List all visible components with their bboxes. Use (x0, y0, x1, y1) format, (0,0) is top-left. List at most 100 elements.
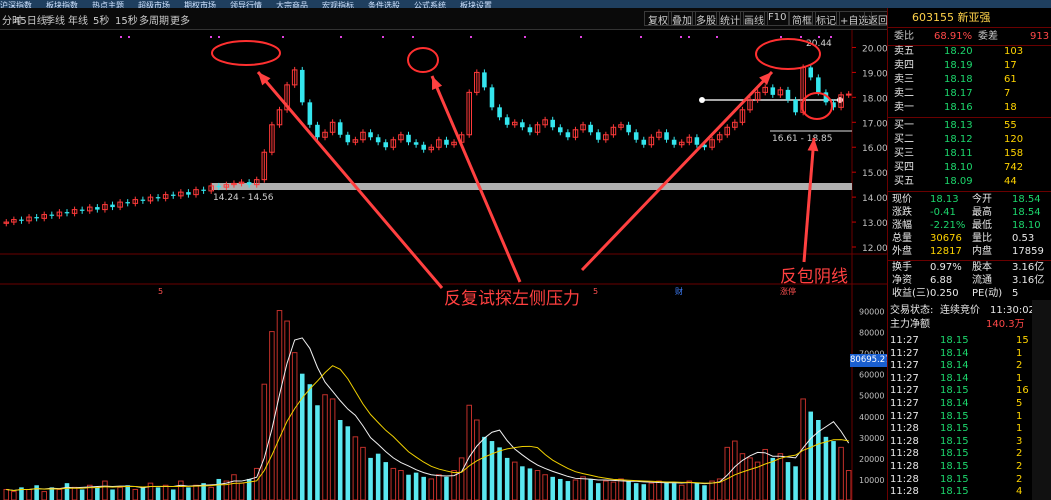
candle-body (588, 124, 593, 133)
side-tool-strip (1032, 300, 1051, 500)
highlight-ellipse (801, 92, 833, 120)
tab-season[interactable]: 季线 (45, 12, 65, 27)
volume-bar (572, 479, 579, 500)
volume-bar (322, 394, 328, 500)
volume-tick-label: 40000 (859, 413, 884, 422)
menu-item[interactable]: 热点主题 (92, 1, 124, 8)
volume-bar (678, 484, 685, 500)
kline-chart[interactable]: 20.00 19.00 18.00 17.00 16.00 15.00 14.00 13.00… (0, 30, 887, 500)
quote-label: 流通 (972, 275, 992, 286)
weibi-label: 委比 (894, 31, 914, 42)
trade-status-row: 交易状态: 连续竞价 11:30:02 (888, 305, 1051, 317)
signal-marker (210, 36, 212, 38)
candle-body (375, 137, 381, 143)
volume-bar (162, 484, 169, 500)
tab-more[interactable]: 更多 (170, 12, 190, 27)
f10-button[interactable]: F10 (764, 11, 791, 26)
tab-15sec[interactable]: 15秒 (115, 12, 138, 27)
volume-bar (231, 474, 237, 500)
menu-item[interactable]: 大宗商品 (276, 1, 308, 8)
volume-bar (299, 373, 305, 500)
ask-label: 卖一 (894, 102, 914, 113)
quote-label: 净资 (892, 275, 912, 286)
menu-item[interactable]: 条件选股 (368, 1, 400, 8)
tab-year[interactable]: 年线 (68, 12, 88, 27)
volume-bar (482, 436, 487, 500)
ask-label: 卖五 (894, 46, 914, 57)
quote-label: 现价 (892, 194, 912, 205)
volume-bar (497, 447, 502, 500)
volume-bar (656, 480, 662, 500)
volume-bar (702, 485, 707, 500)
volume-bar (208, 486, 214, 500)
trade-volume: 3 (1016, 435, 1023, 447)
signal-marker (680, 36, 682, 38)
main-flow-row: 主力净额 140.3万 (888, 319, 1051, 331)
divider (888, 260, 1051, 261)
bid-volume: 742 (1004, 162, 1024, 173)
trade-volume: 2 (1016, 473, 1023, 485)
trade-row: 11:2818.153S (888, 436, 1051, 448)
candle-body (816, 77, 821, 93)
trade-row: 11:2818.152B (888, 474, 1051, 486)
tab-multi-period[interactable]: 多周期 (139, 12, 169, 27)
volume-bar (709, 480, 715, 500)
signal-marker (128, 36, 130, 38)
trade-row: 11:2718.141S (888, 373, 1051, 385)
trade-price: 18.15 (940, 486, 969, 498)
volume-bar (489, 441, 495, 500)
candle-body (633, 132, 639, 140)
candle-body (808, 67, 814, 78)
trade-time: 11:27 (890, 360, 919, 372)
trade-time: 11:28 (890, 448, 919, 460)
tab-5sec[interactable]: 5秒 (93, 12, 109, 27)
candle-body (186, 192, 191, 195)
volume-bar (186, 487, 191, 500)
trade-row: 11:2718.151B (888, 411, 1051, 423)
trade-time: 11:27 (890, 398, 919, 409)
weibi-value: 68.91% (934, 31, 973, 42)
volume-bar (686, 480, 693, 500)
quote-row: 外盘 12817 内盘 17859 (888, 246, 1051, 258)
trade-volume: 1 (1016, 423, 1023, 435)
bid-row: 买一 18.13 55 (888, 120, 1051, 132)
annotation-arrow (580, 70, 774, 272)
signal-marker (282, 36, 284, 38)
menu-item[interactable]: 公式系统 (414, 1, 446, 8)
bid-row: 买二 18.12 120 (888, 134, 1051, 146)
menu-item[interactable]: 板块设置 (460, 1, 492, 8)
menu-item[interactable]: 领导行情 (230, 1, 262, 8)
volume-bar (542, 474, 548, 500)
chart-toolbar: 分时 45日线 季线 年线 5秒 15秒 多周期 更多 复权 叠加 多股 统计 … (0, 8, 892, 30)
tab-45day[interactable]: 45日线 (14, 12, 47, 27)
quote-value: 0.97% (930, 262, 962, 273)
annotation-arrow (256, 71, 444, 289)
candle-body (626, 124, 631, 133)
bid-label: 买五 (894, 176, 914, 187)
quote-label: 股本 (972, 262, 992, 273)
candle-body (664, 132, 669, 140)
menu-item[interactable]: 宏观指标 (322, 1, 354, 8)
trade-time: 11:28 (890, 423, 919, 435)
volume-bar (125, 485, 130, 500)
trade-status-time: 11:30:02 (990, 305, 1035, 316)
menu-item[interactable]: 板块指数 (46, 1, 78, 8)
menu-item[interactable]: 期权市场 (184, 1, 216, 8)
trade-time: 11:27 (890, 335, 919, 346)
trade-row: 11:2718.142S (888, 360, 1051, 372)
volume-bar (238, 482, 245, 500)
menu-item[interactable]: 超级市场 (138, 1, 170, 8)
trade-volume: 2 (1016, 448, 1023, 460)
ask-row: 卖五 18.20 103 (888, 46, 1051, 58)
trade-time: 11:27 (890, 385, 919, 397)
volume-bar (110, 489, 115, 500)
order-ratio-row: 委比 68.91% 委差 913 (888, 28, 1051, 46)
trade-time: 11:27 (890, 347, 919, 359)
candle-body (793, 99, 798, 113)
candle-body (482, 72, 487, 88)
trade-volume: 2 (1016, 461, 1023, 472)
volume-bar (511, 461, 518, 500)
candle-body (595, 132, 601, 140)
menu-item[interactable]: 沪深指数 (0, 1, 32, 8)
trade-status-value: 连续竞价 (940, 305, 980, 316)
